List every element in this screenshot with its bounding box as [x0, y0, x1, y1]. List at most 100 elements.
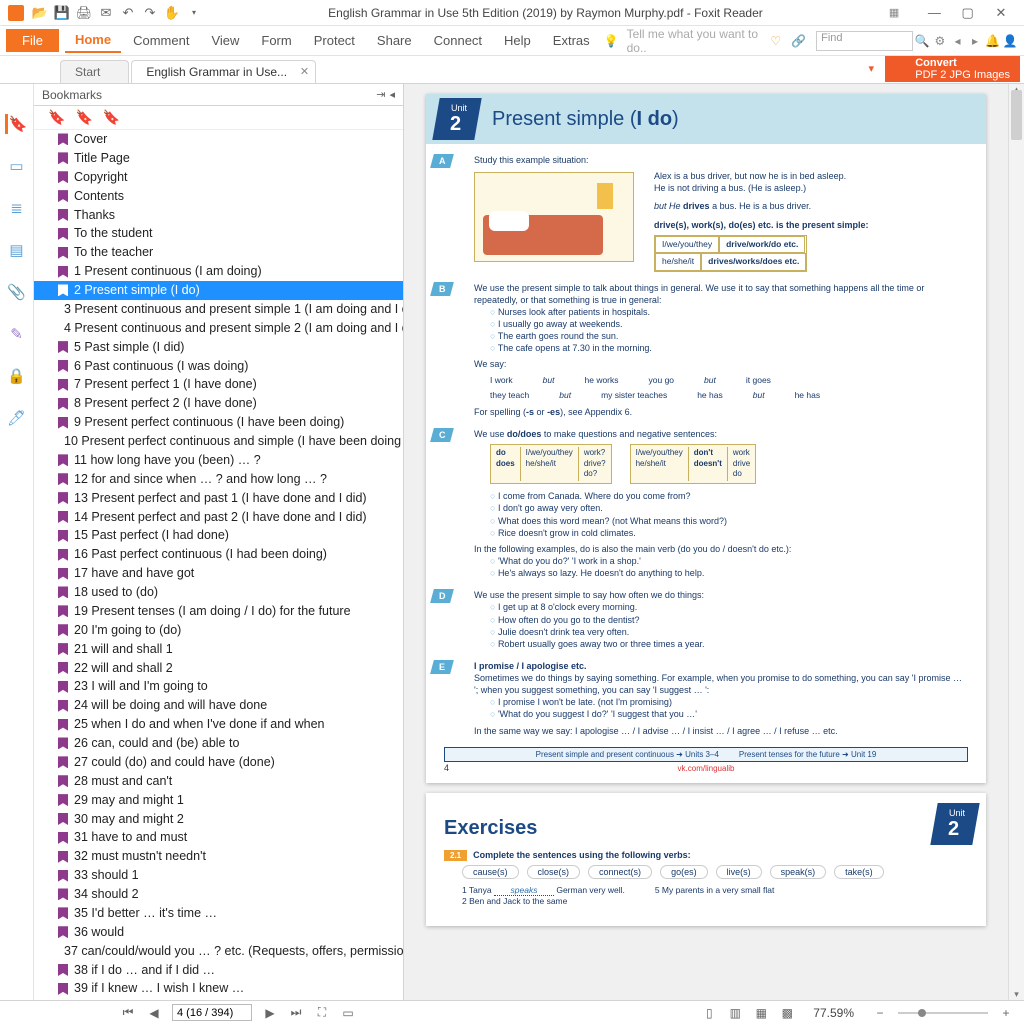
- bookmark-item[interactable]: 21 will and shall 1: [34, 640, 403, 659]
- menu-protect[interactable]: Protect: [304, 29, 365, 52]
- bm-del-icon[interactable]: 🔖: [103, 109, 120, 126]
- bookmark-item[interactable]: 15 Past perfect (I had done): [34, 526, 403, 545]
- bookmark-item[interactable]: 7 Present perfect 1 (I have done): [34, 375, 403, 394]
- first-page-icon[interactable]: ⏮: [120, 1005, 136, 1021]
- vertical-scrollbar[interactable]: ▴ ▾: [1008, 84, 1024, 1000]
- form-pane-icon[interactable]: 🖊: [7, 408, 27, 428]
- last-page-icon[interactable]: ⏭: [288, 1005, 304, 1021]
- dropdown-icon[interactable]: ▾: [186, 5, 202, 21]
- menu-help[interactable]: Help: [494, 29, 541, 52]
- bookmark-item[interactable]: 38 if I do … and if I did …: [34, 961, 403, 980]
- bookmark-item[interactable]: 20 I'm going to (do): [34, 621, 403, 640]
- tab-start[interactable]: Start: [60, 60, 129, 83]
- page-number-input[interactable]: [172, 1004, 252, 1021]
- menu-extras[interactable]: Extras: [543, 29, 600, 52]
- scrollbar-thumb[interactable]: [1011, 90, 1022, 140]
- fit-page-icon[interactable]: ⛶: [314, 1005, 330, 1021]
- menu-home[interactable]: Home: [65, 28, 121, 53]
- bookmark-item[interactable]: 30 may and might 2: [34, 810, 403, 829]
- close-button[interactable]: ✕: [986, 5, 1016, 21]
- bookmark-item[interactable]: 23 I will and I'm going to: [34, 677, 403, 696]
- ribbon-layout-icon[interactable]: ▦: [889, 6, 899, 19]
- bookmark-item[interactable]: 27 could (do) and could have (done): [34, 753, 403, 772]
- menu-view[interactable]: View: [201, 29, 249, 52]
- bookmark-item[interactable]: 2 Present simple (I do): [34, 281, 403, 300]
- bookmark-item[interactable]: 18 used to (do): [34, 583, 403, 602]
- menu-share[interactable]: Share: [367, 29, 422, 52]
- bookmark-item[interactable]: Copyright: [34, 168, 403, 187]
- bookmark-item[interactable]: 39 if I knew … I wish I knew …: [34, 979, 403, 998]
- user-icon[interactable]: 👤: [1002, 32, 1018, 50]
- zoom-in-icon[interactable]: +: [998, 1005, 1014, 1021]
- hand-icon[interactable]: ✋: [164, 5, 180, 21]
- close-icon[interactable]: ✕: [300, 65, 309, 78]
- comments-pane-icon[interactable]: ▤: [7, 240, 27, 260]
- file-menu[interactable]: File: [6, 29, 59, 52]
- gear-icon[interactable]: ⚙: [932, 32, 948, 50]
- bookmark-item[interactable]: 5 Past simple (I did): [34, 338, 403, 357]
- bookmark-item[interactable]: Cover: [34, 130, 403, 149]
- tab-overflow-icon[interactable]: ▾: [868, 62, 874, 75]
- bookmark-item[interactable]: 12 for and since when … ? and how long ……: [34, 470, 403, 489]
- layers-pane-icon[interactable]: ≣: [7, 198, 27, 218]
- bookmark-item[interactable]: 24 will be doing and will have done: [34, 696, 403, 715]
- tellme-input[interactable]: Tell me what you want to do..: [627, 27, 761, 55]
- bookmark-item[interactable]: Title Page: [34, 149, 403, 168]
- zoom-slider[interactable]: [898, 1012, 988, 1014]
- bookmark-item[interactable]: 36 would: [34, 923, 403, 942]
- zoom-out-icon[interactable]: −: [872, 1005, 888, 1021]
- facing-icon[interactable]: ▦: [753, 1005, 769, 1021]
- bookmark-item[interactable]: 26 can, could and (be) able to: [34, 734, 403, 753]
- bookmark-item[interactable]: 8 Present perfect 2 (I have done): [34, 394, 403, 413]
- bookmark-item[interactable]: 29 may and might 1: [34, 791, 403, 810]
- bookmark-item[interactable]: To the student: [34, 224, 403, 243]
- signatures-pane-icon[interactable]: ✎: [7, 324, 27, 344]
- bookmark-item[interactable]: 17 have and have got: [34, 564, 403, 583]
- minimize-button[interactable]: —: [919, 5, 949, 20]
- link-icon[interactable]: 🔗: [791, 34, 806, 48]
- bookmark-item[interactable]: 33 should 1: [34, 866, 403, 885]
- bookmarks-pane-icon[interactable]: 🔖: [5, 114, 25, 134]
- print-icon[interactable]: 🖨: [76, 5, 92, 21]
- fit-width-icon[interactable]: ▭: [340, 1005, 356, 1021]
- bookmark-item[interactable]: Thanks: [34, 206, 403, 225]
- maximize-button[interactable]: ▢: [953, 5, 983, 21]
- bookmark-item[interactable]: Contents: [34, 187, 403, 206]
- continuous-facing-icon[interactable]: ▩: [779, 1005, 795, 1021]
- menu-form[interactable]: Form: [251, 29, 301, 52]
- bell-icon[interactable]: 🔔: [985, 32, 1001, 50]
- redo-icon[interactable]: ↷: [142, 5, 158, 21]
- bookmark-item[interactable]: 22 will and shall 2: [34, 659, 403, 678]
- menu-connect[interactable]: Connect: [424, 29, 492, 52]
- mail-icon[interactable]: ✉: [98, 5, 114, 21]
- bookmark-item[interactable]: 25 when I do and when I've done if and w…: [34, 715, 403, 734]
- bookmark-item[interactable]: 37 can/could/would you … ? etc. (Request…: [34, 942, 403, 961]
- document-viewer[interactable]: Unit2 Present simple (I do) A Study this…: [404, 84, 1008, 1000]
- continuous-icon[interactable]: ▥: [727, 1005, 743, 1021]
- heart-icon[interactable]: ♡: [770, 34, 781, 48]
- security-pane-icon[interactable]: 🔒: [7, 366, 27, 386]
- bookmark-item[interactable]: 4 Present continuous and present simple …: [34, 319, 403, 338]
- next-page-icon[interactable]: ▶: [262, 1005, 278, 1021]
- bookmark-item[interactable]: 40 if I had known … I wish I had known …: [34, 998, 403, 1000]
- bookmark-item[interactable]: To the teacher: [34, 243, 403, 262]
- bookmarks-list[interactable]: CoverTitle PageCopyrightContentsThanksTo…: [34, 130, 403, 1000]
- bookmark-item[interactable]: 35 I'd better … it's time …: [34, 904, 403, 923]
- next-find-icon[interactable]: ▸: [967, 32, 983, 50]
- bookmark-item[interactable]: 3 Present continuous and present simple …: [34, 300, 403, 319]
- bm-new-icon[interactable]: 🔖: [75, 109, 92, 126]
- bookmark-item[interactable]: 28 must and can't: [34, 772, 403, 791]
- panel-collapse-icon[interactable]: ◂: [389, 88, 395, 101]
- search-icon[interactable]: 🔍: [915, 32, 931, 50]
- convert-pdf-button[interactable]: ConvertPDF 2 JPG Images: [885, 56, 1020, 82]
- menu-comment[interactable]: Comment: [123, 29, 199, 52]
- bookmark-item[interactable]: 13 Present perfect and past 1 (I have do…: [34, 489, 403, 508]
- bookmark-item[interactable]: 1 Present continuous (I am doing): [34, 262, 403, 281]
- bookmark-item[interactable]: 14 Present perfect and past 2 (I have do…: [34, 508, 403, 527]
- bookmark-item[interactable]: 19 Present tenses (I am doing / I do) fo…: [34, 602, 403, 621]
- bookmark-item[interactable]: 6 Past continuous (I was doing): [34, 357, 403, 376]
- bookmark-item[interactable]: 11 how long have you (been) … ?: [34, 451, 403, 470]
- bookmark-item[interactable]: 31 have to and must: [34, 828, 403, 847]
- single-page-icon[interactable]: ▯: [701, 1005, 717, 1021]
- prev-page-icon[interactable]: ◀: [146, 1005, 162, 1021]
